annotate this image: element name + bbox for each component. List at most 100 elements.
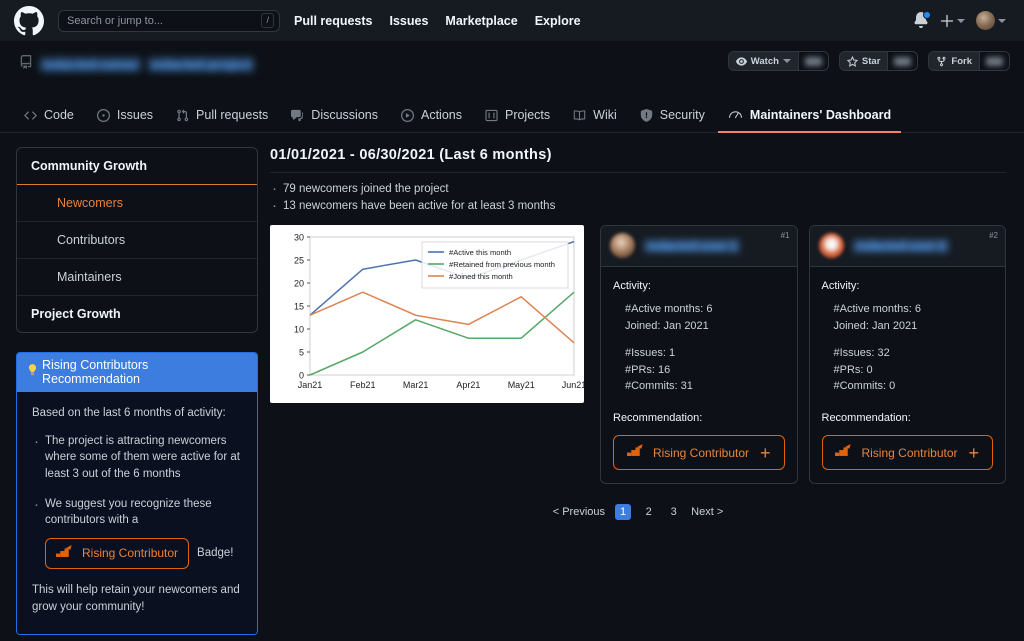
legend-label: #Retained from previous month — [449, 260, 555, 269]
rising-contributor-badge-label: Rising Contributor — [861, 445, 958, 460]
nav-issues[interactable]: Issues — [390, 14, 429, 28]
avatar[interactable] — [976, 11, 1006, 30]
y-axis-tick: 30 — [294, 232, 304, 242]
pagination-page-2[interactable]: 2 — [641, 506, 656, 518]
contributor-username[interactable]: redacted-user-1 — [644, 238, 741, 253]
x-axis-tick: Jun21 — [562, 380, 584, 390]
recommendation-bullets: The project is attracting newcomers wher… — [32, 431, 242, 570]
page-body: Community Growth Newcomers Contributors … — [0, 133, 1024, 635]
tab-maintainers-dashboard[interactable]: Maintainers' Dashboard — [717, 101, 902, 133]
sidebar-item-contributors[interactable]: Contributors — [17, 222, 257, 259]
tab-issues[interactable]: Issues — [87, 102, 163, 133]
github-maintainers-dashboard-page: Search or jump to... / Pull requests Iss… — [0, 0, 1024, 641]
tab-wiki[interactable]: Wiki — [563, 102, 627, 133]
y-axis-tick: 15 — [294, 301, 304, 311]
fork-button[interactable]: Fork — [928, 51, 1010, 71]
tab-projects-label: Projects — [504, 108, 551, 122]
add-badge-icon[interactable]: + — [969, 444, 980, 462]
x-axis-tick: Feb21 — [350, 380, 376, 390]
tab-pull-requests[interactable]: Pull requests — [166, 102, 278, 133]
code-icon — [24, 110, 37, 120]
avatar — [818, 233, 844, 258]
y-axis-tick: 20 — [294, 278, 304, 288]
y-axis-tick: 5 — [299, 347, 304, 357]
tab-projects[interactable]: Projects — [475, 102, 560, 133]
contributor-rank: #1 — [780, 230, 790, 240]
pagination-page-3[interactable]: 3 — [666, 506, 681, 518]
activity-stats-primary: #Active months: 6 Joined: Jan 2021 — [822, 301, 994, 334]
badge-wrap: Rising Contributor + — [613, 435, 785, 470]
global-header: Search or jump to... / Pull requests Iss… — [0, 0, 1024, 42]
activity-stats-secondary: #Issues: 1 #PRs: 16 #Commits: 31 — [613, 345, 785, 395]
pagination-previous[interactable]: < Previous — [553, 506, 605, 518]
activity-stats-secondary: #Issues: 32 #PRs: 0 #Commits: 0 — [822, 345, 994, 395]
active-months: #Active months: 6 — [833, 303, 921, 315]
contributor-card-header: redacted-user-2 #2 — [809, 225, 1005, 267]
recommendation-bullet-2: We suggest you recognize these contribut… — [32, 494, 242, 570]
tab-pull-requests-label: Pull requests — [196, 108, 269, 122]
add-badge-icon[interactable]: + — [760, 444, 771, 462]
activity-label: Activity: — [821, 279, 860, 292]
joined-date: Joined: Jan 2021 — [833, 319, 918, 332]
sidebar-item-maintainers[interactable]: Maintainers — [17, 259, 257, 296]
watch-button[interactable]: Watch — [727, 51, 829, 71]
comment-discussion-icon — [291, 109, 304, 121]
contributor-username[interactable]: redacted-user-2 — [852, 238, 949, 253]
pagination-next[interactable]: Next > — [691, 506, 723, 518]
tab-code[interactable]: Code — [14, 102, 84, 133]
tab-actions[interactable]: Actions — [391, 102, 472, 133]
rising-contributor-badge[interactable]: Rising Contributor + — [821, 435, 993, 470]
repository-icon — [19, 55, 33, 74]
git-pull-request-icon — [177, 108, 189, 121]
sidebar-item-newcomers[interactable]: Newcomers — [17, 185, 257, 222]
rising-stairs-icon — [835, 443, 852, 462]
chevron-down-icon — [957, 18, 965, 23]
rising-stairs-icon — [56, 544, 73, 563]
contributor-rank: #2 — [989, 230, 998, 240]
tab-security[interactable]: Security — [630, 102, 715, 133]
github-logo-icon[interactable] — [14, 5, 44, 36]
y-axis-tick: 0 — [299, 370, 304, 380]
search-input[interactable]: Search or jump to... / — [58, 9, 280, 32]
repo-owner[interactable]: redacted-owner — [40, 57, 141, 72]
active-months: #Active months: 6 — [625, 303, 713, 315]
legend-label: #Active this month — [449, 248, 511, 257]
issues-count: #Issues: 1 — [625, 347, 676, 359]
recommendation-intro: Based on the last 6 months of activity: — [32, 407, 226, 419]
summary-item: 13 newcomers have been active for at lea… — [270, 195, 1006, 218]
nav-marketplace[interactable]: Marketplace — [445, 14, 517, 28]
recommendation-bullet-1: The project is attracting newcomers wher… — [32, 431, 242, 483]
nav-pull-requests[interactable]: Pull requests — [294, 14, 373, 28]
rising-contributor-badge-label: Rising Contributor — [652, 445, 750, 460]
recommendation-bullet-2-text: We suggest you recognize these contribut… — [45, 497, 212, 527]
watch-count — [797, 52, 828, 70]
pagination-page-1[interactable]: 1 — [615, 504, 632, 520]
sidebar-item-project-growth[interactable]: Project Growth — [17, 296, 257, 332]
legend-label: #Joined this month — [449, 272, 513, 281]
repo-name[interactable]: redacted-project — [147, 57, 254, 72]
prs-count: #PRs: 16 — [625, 363, 671, 376]
nav-explore[interactable]: Explore — [535, 14, 581, 28]
rising-stairs-icon — [626, 443, 644, 462]
star-icon — [846, 55, 858, 67]
rising-contributor-badge[interactable]: Rising Contributor — [45, 538, 190, 570]
star-button[interactable]: Star — [838, 51, 919, 71]
tab-issues-label: Issues — [116, 108, 154, 122]
sidebar-nav: Community Growth Newcomers Contributors … — [16, 147, 258, 333]
sidebar-item-community-growth[interactable]: Community Growth — [17, 148, 257, 185]
newcomers-activity-chart: 0 5 10 15 20 25 30 Jan21 Feb21 Mar21 Apr21 May21 Jun… — [270, 224, 586, 403]
star-label: Star — [861, 55, 881, 67]
lightbulb-icon — [25, 363, 40, 381]
contributor-card-body: Activity: #Active months: 6 Joined: Jan … — [810, 267, 1006, 484]
plus-icon[interactable] — [940, 14, 965, 28]
bell-icon[interactable] — [913, 11, 931, 29]
x-axis-tick: May21 — [508, 380, 535, 390]
repo-actions: Watch Star Fork — [727, 51, 1010, 71]
tab-discussions[interactable]: Discussions — [281, 102, 388, 133]
y-axis-tick: 10 — [294, 324, 304, 334]
recommendation-panel-title: Rising Contributors Recommendation — [42, 358, 149, 386]
main-content: 01/01/2021 - 06/30/2021 (Last 6 months) … — [258, 147, 1024, 635]
x-axis-tick: Apr21 — [456, 380, 480, 390]
fork-count — [979, 52, 1009, 70]
rising-contributor-badge[interactable]: Rising Contributor + — [613, 435, 785, 470]
